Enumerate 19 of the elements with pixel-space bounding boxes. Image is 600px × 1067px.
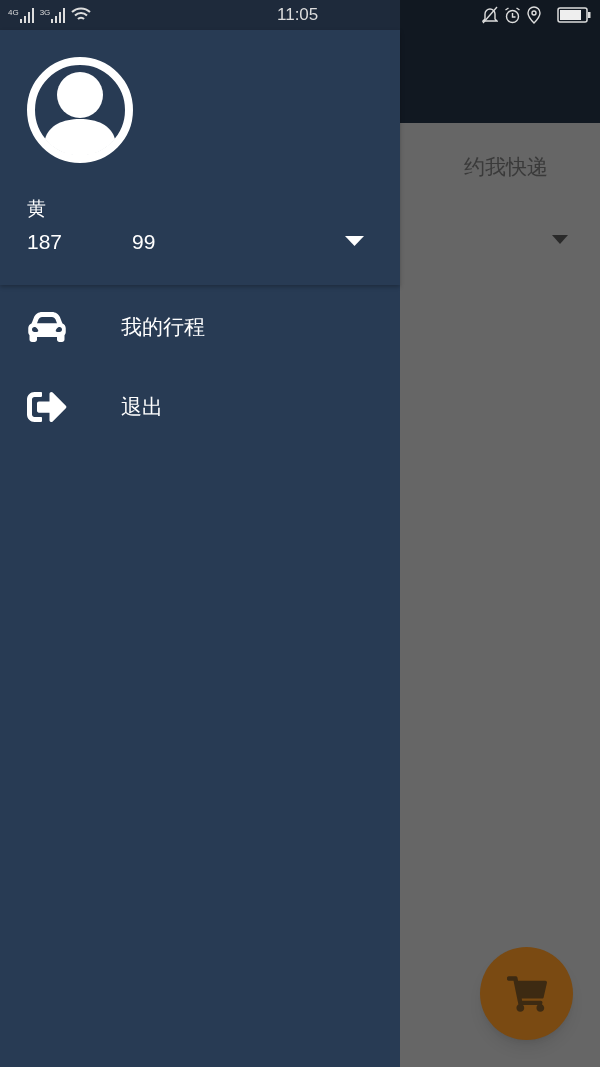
network-label: 4G: [8, 7, 19, 19]
avatar-icon[interactable]: [27, 57, 133, 163]
menu-item[interactable]: 退出: [0, 367, 400, 447]
menu-item[interactable]: 我的行程: [0, 287, 400, 367]
bell-off-icon: [482, 6, 498, 24]
dropdown-caret-icon[interactable]: [345, 236, 364, 247]
phone-number-end: 99: [132, 228, 156, 255]
location-icon: [527, 6, 541, 24]
alarm-icon: [504, 6, 521, 24]
signal-icon: [51, 7, 66, 23]
signal-icon: [19, 7, 34, 23]
clock: 11:05: [277, 4, 319, 27]
user-name: 黄: [27, 197, 47, 221]
phone-number-start: 187: [27, 228, 63, 255]
menu-label: 退出: [121, 394, 163, 421]
cart-icon: [506, 973, 547, 1014]
network-label: 3G: [39, 7, 51, 19]
battery-icon: [557, 7, 591, 23]
menu-label: 我的行程: [121, 314, 205, 341]
